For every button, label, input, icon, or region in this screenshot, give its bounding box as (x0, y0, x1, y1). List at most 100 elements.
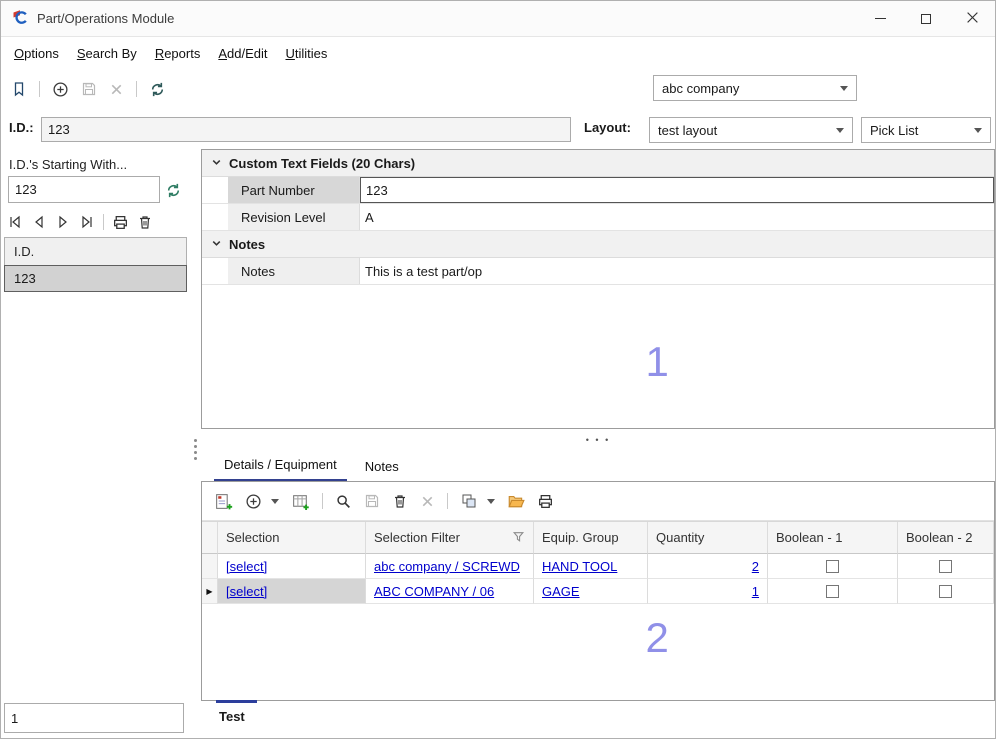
property-panel: Custom Text Fields (20 Chars) Part Numbe… (201, 149, 995, 429)
property-row: Part Number 123 (202, 177, 994, 204)
boolean-2-checkbox[interactable] (939, 560, 952, 573)
property-value[interactable]: A (360, 204, 994, 230)
selection-filter-link[interactable]: abc company / SCREWD (374, 559, 520, 574)
quantity-link[interactable]: 2 (752, 559, 759, 574)
save-icon (364, 493, 380, 509)
boolean-2-cell (898, 554, 994, 579)
property-indent (202, 177, 228, 203)
menu-utilities[interactable]: Utilities (277, 40, 337, 67)
first-record-button[interactable] (7, 212, 23, 232)
print-list-button[interactable] (112, 212, 129, 232)
column-header-quantity[interactable]: Quantity (648, 522, 768, 554)
column-header-selection-filter[interactable]: Selection Filter (366, 522, 534, 554)
add-item-button[interactable] (245, 491, 279, 511)
window-title: Part/Operations Module (37, 11, 174, 26)
property-value[interactable]: This is a test part/op (360, 258, 994, 284)
main-toolbar: abc company (1, 69, 995, 109)
equip-group-link[interactable]: GAGE (542, 584, 580, 599)
section-header-notes[interactable]: Notes (202, 231, 994, 258)
panel-watermark-2: 2 (646, 614, 669, 662)
details-panel: Selection Selection Filter Equip. Group … (201, 481, 995, 701)
column-header-boolean-2[interactable]: Boolean - 2 (898, 522, 994, 554)
filter-refresh-button[interactable] (165, 180, 182, 200)
boolean-2-checkbox[interactable] (939, 585, 952, 598)
row-indicator-header (202, 522, 218, 554)
bookmark-button[interactable] (11, 79, 27, 99)
column-header-equip-group[interactable]: Equip. Group (534, 522, 648, 554)
add-record-button[interactable] (52, 79, 69, 99)
column-header-selection[interactable]: Selection (218, 522, 366, 554)
minimize-button[interactable] (857, 1, 903, 36)
add-from-template-button[interactable] (291, 491, 310, 511)
section-header-custom-text[interactable]: Custom Text Fields (20 Chars) (202, 150, 994, 177)
layout-combo[interactable]: test layout (649, 117, 853, 143)
tab-notes[interactable]: Notes (355, 453, 409, 481)
layout-options-button[interactable] (460, 491, 495, 511)
open-button[interactable] (507, 491, 525, 511)
menu-options[interactable]: Options (5, 40, 68, 67)
menu-add-edit[interactable]: Add/Edit (209, 40, 276, 67)
chevron-down-icon (211, 237, 222, 252)
minimize-icon (875, 18, 886, 19)
record-number-input[interactable] (4, 703, 184, 733)
property-indent (202, 204, 228, 230)
property-label: Revision Level (228, 204, 360, 230)
horizontal-splitter-handle[interactable]: • • • (201, 429, 995, 449)
search-button[interactable] (335, 491, 352, 511)
menu-reports[interactable]: Reports (146, 40, 210, 67)
property-value[interactable]: 123 (360, 177, 994, 203)
prev-record-button[interactable] (31, 212, 47, 232)
add-template-icon (291, 492, 310, 511)
close-button[interactable] (949, 1, 995, 36)
select-link[interactable]: [select] (226, 584, 267, 599)
selection-cell: [select] (218, 579, 366, 604)
save-record-button[interactable] (81, 79, 97, 99)
maximize-icon (921, 14, 931, 24)
trash-icon (137, 214, 153, 230)
cancel-detail-button[interactable] (420, 491, 435, 511)
delete-record-button[interactable] (137, 212, 153, 232)
next-record-button[interactable] (55, 212, 71, 232)
view-combo[interactable]: Pick List (861, 117, 991, 143)
selection-filter-link[interactable]: ABC COMPANY / 06 (374, 584, 494, 599)
boolean-1-checkbox[interactable] (826, 585, 839, 598)
quantity-link[interactable]: 1 (752, 584, 759, 599)
boolean-1-checkbox[interactable] (826, 560, 839, 573)
cancel-button[interactable] (109, 79, 124, 99)
column-header-boolean-1[interactable]: Boolean - 1 (768, 522, 898, 554)
section-title: Notes (229, 237, 265, 252)
row-indicator-cell (202, 554, 218, 579)
id-filter-input[interactable] (8, 176, 160, 203)
print-detail-button[interactable] (537, 491, 554, 511)
id-list-row[interactable]: 123 (4, 265, 187, 292)
details-toolbar (202, 482, 994, 521)
new-item-button[interactable] (214, 491, 233, 511)
filter-icon[interactable] (512, 530, 525, 546)
company-combo[interactable]: abc company (653, 75, 857, 101)
property-row: Notes This is a test part/op (202, 258, 994, 285)
maximize-button[interactable] (903, 1, 949, 36)
boolean-2-cell (898, 579, 994, 604)
close-icon (966, 11, 979, 27)
save-detail-button[interactable] (364, 491, 380, 511)
vertical-splitter-handle[interactable] (194, 439, 197, 460)
id-list-header[interactable]: I.D. (4, 237, 187, 266)
window-controls (857, 1, 995, 36)
toolbar-separator (39, 81, 40, 97)
sidebar: I.D.'s Starting With... I.D. 123 (1, 149, 201, 738)
tab-details-equipment[interactable]: Details / Equipment (214, 451, 347, 481)
refresh-button[interactable] (149, 79, 166, 99)
property-label: Notes (228, 258, 360, 284)
delete-detail-button[interactable] (392, 491, 408, 511)
menu-search-by[interactable]: Search By (68, 40, 146, 67)
select-link[interactable]: [select] (226, 559, 267, 574)
last-record-button[interactable] (79, 212, 95, 232)
printer-icon (537, 493, 554, 510)
quantity-cell: 1 (648, 579, 768, 604)
cancel-x-icon (109, 82, 124, 97)
grid-header-row: Selection Selection Filter Equip. Group … (202, 522, 994, 554)
equip-group-link[interactable]: HAND TOOL (542, 559, 617, 574)
tab-test[interactable]: Test (216, 700, 257, 724)
id-input[interactable] (41, 117, 571, 142)
selection-filter-cell: abc company / SCREWD (366, 554, 534, 579)
